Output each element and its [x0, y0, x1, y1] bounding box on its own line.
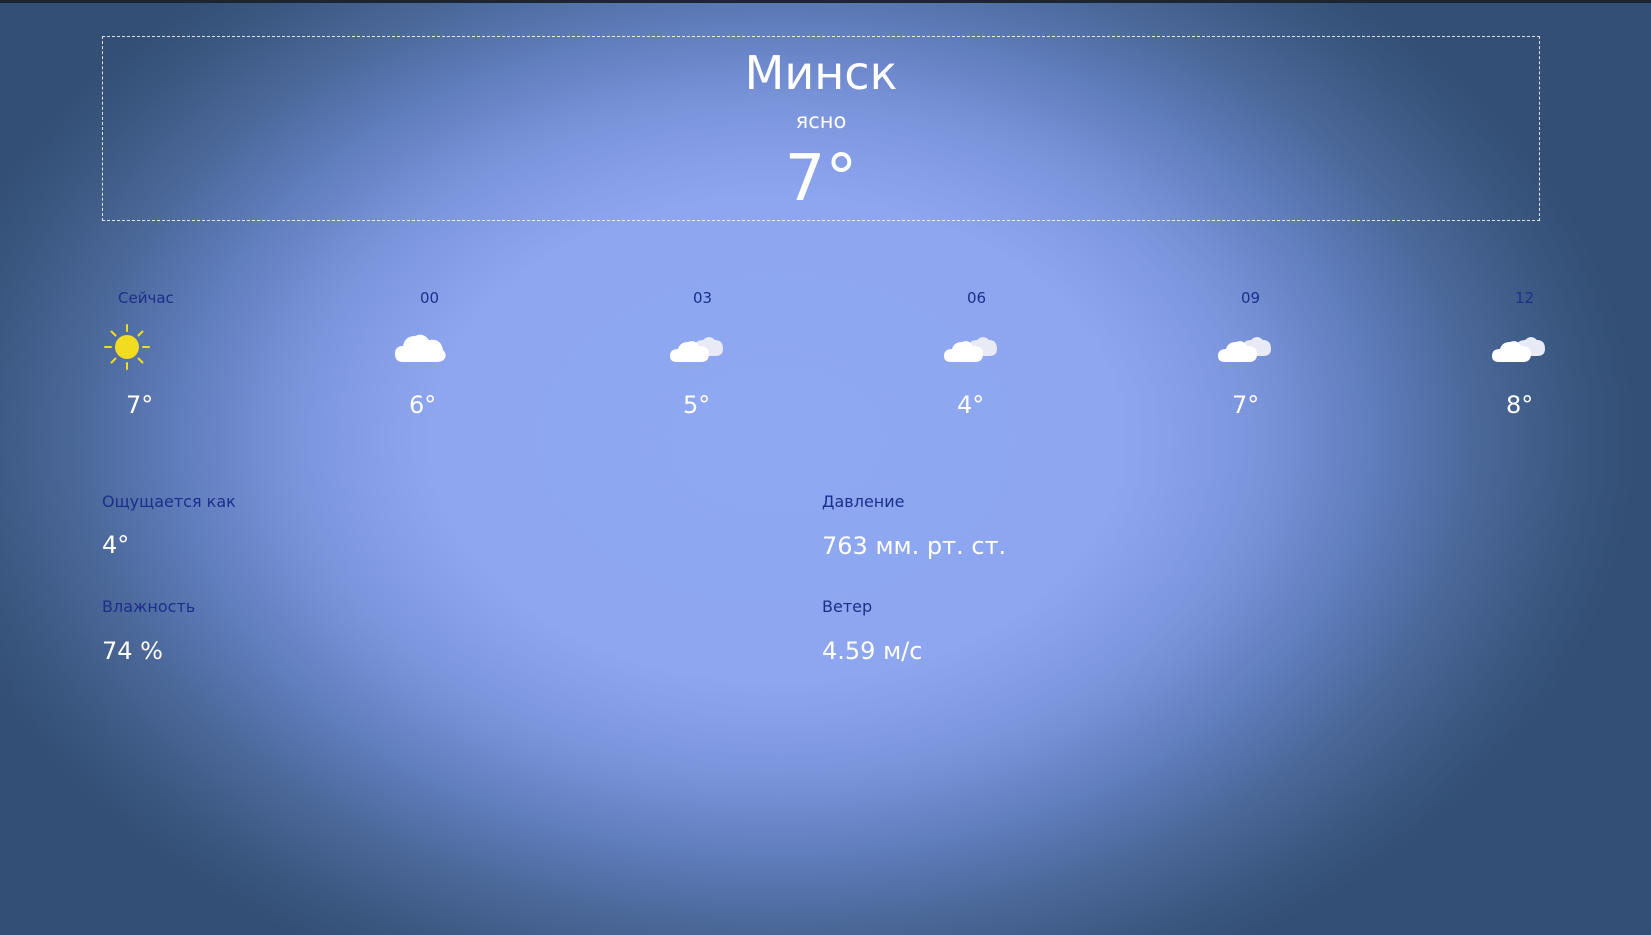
hourly-item-09: 09 7° [1216, 288, 1376, 428]
humidity-label: Влажность [102, 597, 196, 616]
hourly-time: Сейчас [118, 289, 174, 307]
sun-icon [102, 322, 158, 372]
hourly-item-00: 00 6° [393, 288, 553, 428]
hourly-temp: 7° [1232, 391, 1260, 419]
hourly-item-06: 06 4° [941, 288, 1101, 428]
humidity-value: 74 % [102, 637, 163, 665]
hourly-temp: 7° [126, 391, 154, 419]
clouds-icon [943, 322, 999, 372]
hourly-temp: 6° [409, 391, 437, 419]
city-name: Минск [744, 46, 898, 100]
pressure-label: Давление [822, 492, 905, 511]
clouds-icon [1217, 322, 1273, 372]
clouds-icon [669, 322, 725, 372]
hourly-temp: 5° [683, 391, 711, 419]
hourly-item-03: 03 5° [667, 288, 827, 428]
pressure-value: 763 мм. рт. ст. [822, 532, 1007, 560]
weather-condition: ясно [795, 109, 847, 133]
wind-value: 4.59 м/с [822, 637, 923, 665]
feels-like-label: Ощущается как [102, 492, 236, 511]
hourly-temp: 4° [957, 391, 985, 419]
hourly-item-now: Сейчас 7° [102, 288, 262, 428]
hourly-item-12: 12 8° [1490, 288, 1650, 428]
hourly-time: 12 [1515, 289, 1535, 307]
wind-label: Ветер [822, 597, 873, 616]
cloud-icon [393, 322, 449, 372]
current-weather-panel: Минск ясно 7° [102, 36, 1540, 221]
clouds-icon [1491, 322, 1547, 372]
hourly-time: 06 [967, 289, 987, 307]
hourly-time: 03 [693, 289, 713, 307]
hourly-time: 00 [420, 289, 440, 307]
feels-like-value: 4° [102, 531, 130, 559]
hourly-time: 09 [1241, 289, 1261, 307]
hourly-temp: 8° [1506, 391, 1534, 419]
window-top-border [0, 0, 1651, 3]
current-temperature: 7° [784, 142, 858, 216]
